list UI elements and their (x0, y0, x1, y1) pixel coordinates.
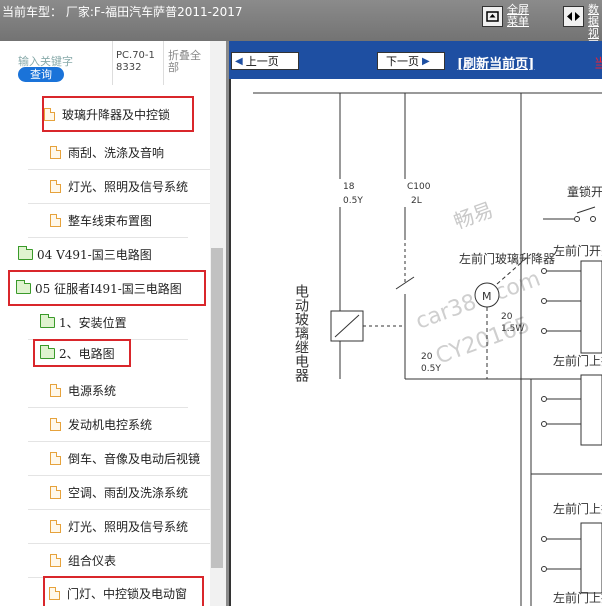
left-front-upper-label: 左前门上拍 (553, 353, 602, 368)
tree-item[interactable]: 门灯、中控锁及电动窗 (43, 576, 204, 606)
tree-item[interactable]: 整车线束布置图 (28, 203, 188, 238)
folder-open-icon (16, 279, 31, 294)
wire-label: 20 (421, 352, 433, 362)
tree-item[interactable]: 发动机电控系统 (28, 407, 210, 442)
divider (112, 41, 113, 85)
next-page-button[interactable]: 下一页 ▶ (377, 52, 445, 70)
document-icon (44, 107, 55, 121)
window-motor-label: 左前门玻璃升降器 (459, 251, 555, 266)
query-button[interactable]: 查询 (18, 67, 64, 82)
tree-item[interactable]: 电源系统 (28, 373, 188, 408)
folder-open-icon (40, 344, 55, 359)
tree-item[interactable]: 雨刮、洗涤及音响 (28, 135, 210, 170)
left-front-upper-label: 左前门上拍 (553, 501, 602, 516)
tree-item[interactable]: 灯光、照明及信号系统 (28, 169, 210, 204)
document-icon (50, 451, 61, 465)
folder-icon (18, 245, 33, 260)
document-icon (50, 553, 61, 567)
relay-label: 电动玻璃继电器 (293, 284, 309, 382)
left-front-switch-label: 左前门开关 (553, 243, 602, 258)
wire-label: C100 (407, 182, 431, 192)
search-area: 输入关键字 查询 PC.70-18332 折叠全部 (0, 41, 226, 89)
document-icon (50, 519, 61, 533)
wiring-diagram[interactable]: 畅易 car388.com CY20165 18 0.5Y C100 2L (229, 79, 602, 606)
document-icon (50, 417, 61, 431)
refresh-page-link[interactable]: [刷新当前页] (457, 53, 534, 72)
tree-item[interactable]: 空调、雨刮及洗涤系统 (28, 475, 210, 510)
arrow-left-icon: ◀ (235, 55, 243, 67)
viewer-panel: ◀ 上一页 下一页 ▶ [刷新当前页] 当 畅易 car388.com CY20… (229, 41, 602, 606)
collapse-all-button[interactable]: 折叠全部 (168, 50, 208, 74)
watermark: 畅易 (451, 197, 497, 233)
scrollbar-thumb[interactable] (211, 248, 223, 568)
tree-item[interactable]: 组合仪表 (28, 543, 188, 578)
tree-item[interactable]: 玻璃升降器及中控锁 (42, 96, 194, 132)
fullscreen-icon (482, 6, 503, 27)
navigation-panel: 输入关键字 查询 PC.70-18332 折叠全部 玻璃升降器及中控锁 雨刮、洗… (0, 41, 226, 606)
document-icon (50, 383, 61, 397)
wire-label: 0.5Y (421, 364, 441, 374)
split-view-icon (563, 6, 584, 27)
top-bar: 当前车型： 厂家:F-福田汽车萨普2011-2017 全屏菜单 数据视图 (0, 0, 602, 52)
document-icon (50, 485, 61, 499)
tree-item[interactable]: 灯光、照明及信号系统 (28, 509, 210, 544)
wire-label: 18 (343, 182, 355, 192)
edge-text: 当 (594, 57, 602, 72)
wire-label: 20 (501, 312, 513, 322)
document-icon (49, 586, 60, 600)
tree-folder[interactable]: 04 V491-国三电路图 (14, 237, 188, 272)
fullscreen-label: 全屏菜单 (507, 3, 529, 28)
arrow-right-icon: ▶ (422, 55, 430, 67)
viewer-toolbar: ◀ 上一页 下一页 ▶ [刷新当前页] 当 (229, 41, 602, 79)
divider (163, 41, 164, 85)
child-lock-switch-label: 童锁开 (567, 184, 602, 199)
wiring-diagram-canvas: 畅易 car388.com CY20165 18 0.5Y C100 2L (253, 92, 602, 606)
prev-page-button[interactable]: ◀ 上一页 (231, 52, 299, 70)
wire-label: 0.5Y (343, 196, 363, 206)
tree-item[interactable]: 倒车、音像及电动后视镜 (28, 441, 210, 476)
document-icon (50, 213, 61, 227)
motor-symbol: M (482, 290, 492, 303)
tree-folder[interactable]: 05 征服者I491-国三电路图 (8, 270, 206, 306)
document-icon (50, 145, 61, 159)
document-icon (50, 179, 61, 193)
data-view-button[interactable]: 数据视图 (563, 4, 602, 52)
wire-label: 1.5W (501, 324, 524, 334)
wire-label: 2L (411, 196, 422, 206)
fullscreen-menu-button[interactable]: 全屏菜单 (482, 4, 535, 34)
tree-folder[interactable]: 1、安装位置 (28, 305, 188, 340)
pc-code: PC.70-18332 (116, 50, 155, 73)
tree-folder[interactable]: 2、电路图 (33, 339, 131, 367)
folder-icon (40, 313, 55, 328)
current-model-title: 当前车型： 厂家:F-福田汽车萨普2011-2017 (2, 5, 243, 19)
left-front-upper-label: 左前门上拍 (553, 590, 602, 605)
